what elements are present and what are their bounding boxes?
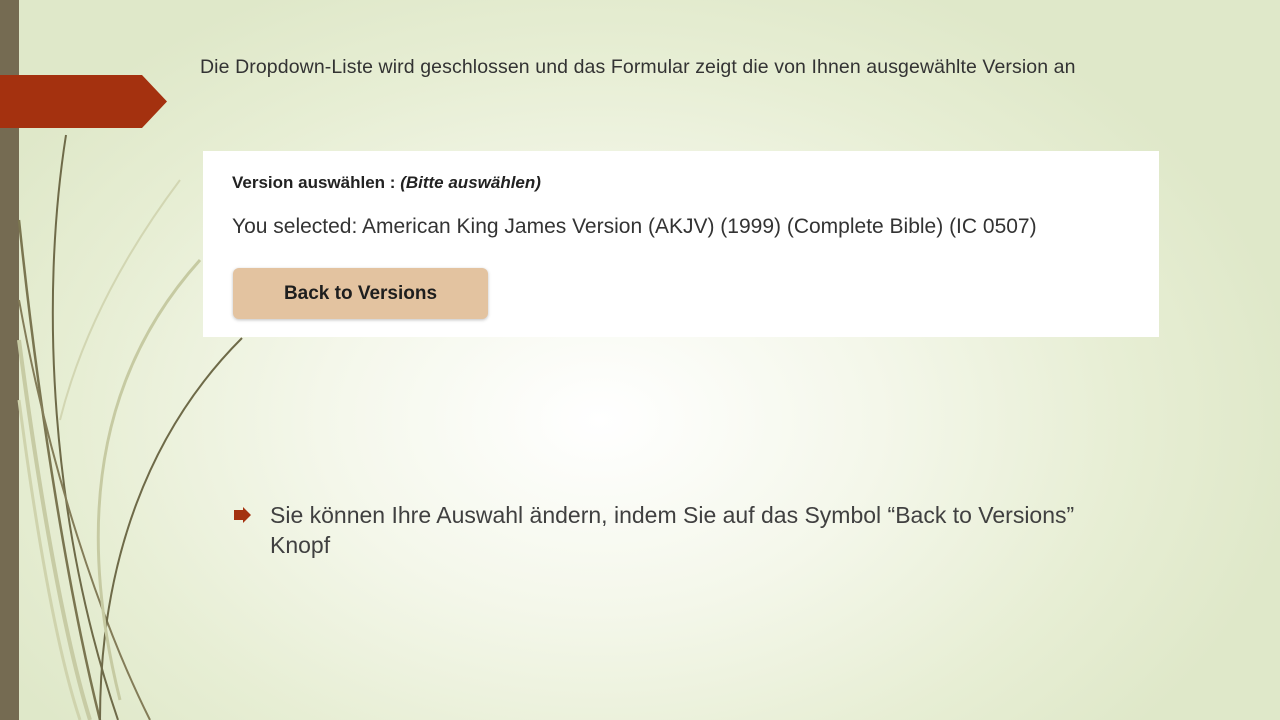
back-to-versions-button[interactable]: Back to Versions xyxy=(233,268,488,319)
bullet-item: Sie können Ihre Auswahl ändern, indem Si… xyxy=(234,500,1094,560)
title-arrow-shape xyxy=(0,75,167,128)
slide-heading: Die Dropdown-Liste wird geschlossen und … xyxy=(200,56,1076,78)
version-panel-screenshot: Version auswählen : (Bitte auswählen) Yo… xyxy=(203,151,1159,337)
version-label-hint: (Bitte auswählen) xyxy=(400,173,541,192)
version-select-label: Version auswählen : (Bitte auswählen) xyxy=(232,173,541,193)
version-label-text: Version auswählen : xyxy=(232,173,396,192)
arrow-bullet-icon xyxy=(234,507,251,523)
selected-version-text: You selected: American King James Versio… xyxy=(232,215,1037,238)
bullet-text: Sie können Ihre Auswahl ändern, indem Si… xyxy=(270,502,1075,558)
